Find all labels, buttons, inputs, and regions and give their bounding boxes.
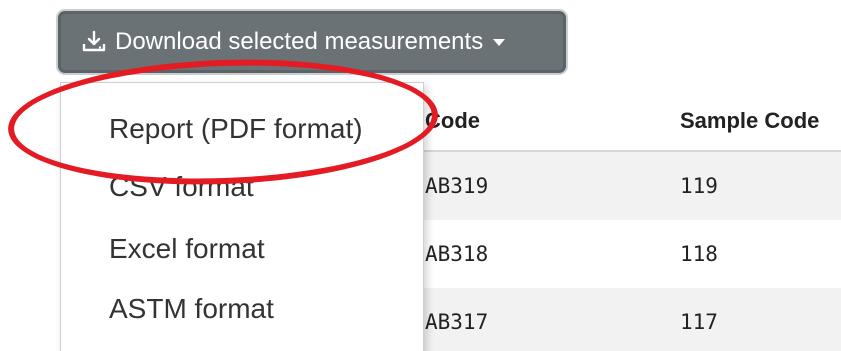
screenshot-stage: Code Sample Code AB319 119 AB318 118 AB3…: [0, 0, 841, 351]
cell-sample-code: 118: [680, 242, 718, 266]
menu-item-report-pdf[interactable]: Report (PDF format): [109, 113, 363, 145]
cell-code: AB318: [425, 242, 489, 266]
cell-sample-code: 117: [680, 310, 718, 334]
menu-item-csv[interactable]: CSV format: [109, 171, 254, 203]
cell-code: AB319: [425, 174, 489, 198]
menu-item-excel[interactable]: Excel format: [109, 233, 265, 265]
menu-item-astm[interactable]: ASTM format: [109, 293, 274, 325]
caret-down-icon: [493, 38, 506, 46]
column-header-sample-code[interactable]: Sample Code: [680, 108, 819, 134]
download-button-label: Download selected measurements: [115, 28, 484, 55]
download-icon: [81, 28, 109, 56]
download-selected-measurements-button[interactable]: Download selected measurements: [58, 11, 566, 73]
column-header-code[interactable]: Code: [425, 108, 480, 134]
download-format-menu: Report (PDF format) CSV format Excel for…: [60, 82, 424, 351]
cell-code: AB317: [425, 310, 489, 334]
cell-sample-code: 119: [680, 174, 718, 198]
